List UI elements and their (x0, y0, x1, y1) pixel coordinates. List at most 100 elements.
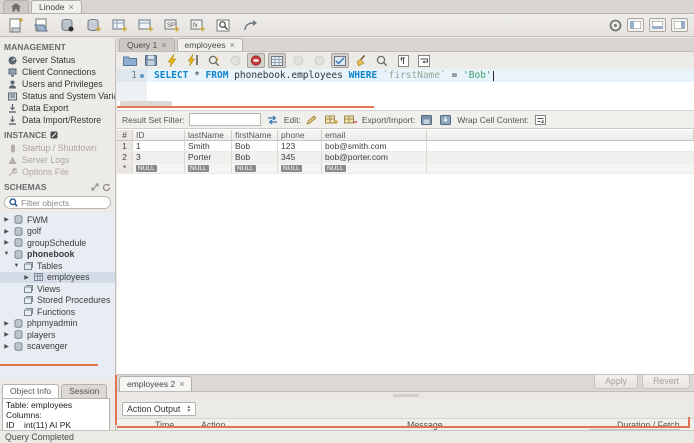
tree-item-functions-folder[interactable]: Functions (0, 306, 115, 318)
instance-actions-icon[interactable] (50, 131, 58, 139)
schema-filter-input[interactable] (21, 197, 103, 208)
wrap-cell-content-icon[interactable] (533, 113, 548, 126)
search-data-button[interactable] (214, 16, 234, 34)
sidebar-item-data-import[interactable]: Data Import/Restore (0, 114, 115, 126)
connection-tab[interactable]: Linode × (31, 0, 82, 13)
column-header-firstname[interactable]: firstName (232, 130, 278, 140)
new-query-tab-button[interactable] (6, 16, 26, 34)
sidebar-item-status-system-variables[interactable]: Status and System Variables (0, 90, 115, 102)
sidebar-item-server-logs[interactable]: Server Logs (0, 154, 115, 166)
output-splitter[interactable] (117, 392, 694, 399)
tree-item-schema[interactable]: ▶ scavenger (0, 341, 115, 353)
tab-query-1[interactable]: Query 1 × (119, 38, 175, 51)
output-column-action[interactable]: Action (201, 420, 225, 430)
sql-statement-line[interactable]: SELECT * FROM phonebook.employees WHERE … (147, 69, 694, 82)
revert-button[interactable]: Revert (642, 374, 690, 389)
table-row[interactable]: 2 3 Porter Bob 345 bob@porter.com (117, 152, 694, 163)
cleanup-sql-button[interactable] (352, 53, 370, 68)
table-row[interactable]: 1 1 Smith Bob 123 bob@smith.com (117, 141, 694, 152)
toggle-left-sidebar-button[interactable] (627, 18, 644, 32)
create-table-button[interactable] (110, 16, 130, 34)
editor-horizontal-scrollbar[interactable] (117, 101, 694, 108)
tree-item-schema[interactable]: ▶ groupSchedule (0, 237, 115, 249)
reconnect-dbms-button[interactable] (240, 16, 260, 34)
delete-row-icon[interactable] (343, 113, 358, 126)
column-header-email[interactable]: email (322, 130, 427, 140)
tree-item-schema[interactable]: ▶ golf (0, 226, 115, 238)
expand-schemas-icon[interactable] (91, 183, 99, 191)
sidebar-item-users-privileges[interactable]: Users and Privileges (0, 78, 115, 90)
toggle-stop-on-error-button[interactable] (247, 53, 265, 68)
table-new-row[interactable]: * NULL NULL NULL NULL NULL (117, 163, 694, 174)
execute-query-button[interactable] (163, 53, 181, 68)
home-tab[interactable] (3, 0, 29, 13)
apply-button[interactable]: Apply (594, 374, 639, 389)
tree-item-schema[interactable]: ▶ phpmyadmin (0, 318, 115, 330)
chevron-right-icon[interactable]: ▶ (3, 320, 10, 327)
chevron-right-icon[interactable]: ▶ (3, 216, 10, 223)
toggle-secondary-sidebar-button[interactable] (671, 18, 688, 32)
tab-employees-2[interactable]: employees 2 × (119, 376, 193, 391)
open-script-button[interactable] (121, 53, 139, 68)
chevron-right-icon[interactable]: ▶ (3, 343, 10, 350)
execute-current-statement-button[interactable] (184, 53, 202, 68)
toggle-word-wrap-button[interactable] (415, 53, 433, 68)
tab-employees[interactable]: employees × (176, 38, 243, 51)
column-header-phone[interactable]: phone (278, 130, 322, 140)
tree-item-stored-procedures-folder[interactable]: Stored Procedures (0, 295, 115, 307)
save-script-button[interactable] (142, 53, 160, 68)
sidebar-item-server-status[interactable]: Server Status (0, 54, 115, 66)
close-icon[interactable]: × (179, 379, 184, 389)
result-filter-input[interactable] (188, 113, 261, 126)
tab-object-info[interactable]: Object Info (2, 384, 60, 398)
splitter-grip[interactable] (392, 394, 419, 397)
chevron-right-icon[interactable]: ▶ (23, 274, 30, 281)
rollback-button[interactable] (310, 53, 328, 68)
tree-item-schema-phonebook[interactable]: ▼ phonebook (0, 249, 115, 261)
close-icon[interactable]: × (161, 40, 166, 50)
create-schema-button[interactable] (84, 16, 104, 34)
chevron-down-icon[interactable]: ▼ (13, 263, 20, 269)
toggle-output-area-button[interactable] (649, 18, 666, 32)
refresh-schemas-icon[interactable] (102, 183, 111, 192)
stop-query-button[interactable] (226, 53, 244, 68)
tree-item-table-employees[interactable]: ▶ employees (0, 271, 115, 283)
tree-item-tables-folder[interactable]: ▼ Tables (0, 260, 115, 272)
explain-query-button[interactable] (205, 53, 223, 68)
sidebar-item-client-connections[interactable]: Client Connections (0, 66, 115, 78)
import-records-icon[interactable] (438, 113, 453, 126)
add-row-icon[interactable] (324, 113, 339, 126)
tab-session[interactable]: Session (61, 384, 108, 398)
inspector-button[interactable] (58, 16, 78, 34)
chevron-right-icon[interactable]: ▶ (3, 228, 10, 235)
tree-item-schema[interactable]: ▶ players (0, 329, 115, 341)
sidebar-item-startup-shutdown[interactable]: Startup / Shutdown (0, 142, 115, 154)
close-icon[interactable]: × (69, 2, 74, 12)
column-header-lastname[interactable]: lastName (185, 130, 232, 140)
find-button[interactable] (373, 53, 391, 68)
tree-item-schema[interactable]: ▶ FWM (0, 214, 115, 226)
output-view-select[interactable]: Action Output ▲ ▼ (122, 401, 197, 416)
export-results-icon[interactable] (419, 113, 434, 126)
column-header-hash[interactable]: # (117, 130, 133, 140)
limit-rows-button[interactable] (268, 53, 286, 68)
tree-item-views-folder[interactable]: Views (0, 283, 115, 295)
commit-button[interactable] (289, 53, 307, 68)
create-function-button[interactable]: fx (188, 16, 208, 34)
open-sql-file-button[interactable] (32, 16, 52, 34)
column-header-id[interactable]: ID (133, 130, 185, 140)
chevron-down-icon[interactable]: ▼ (3, 251, 10, 257)
create-view-button[interactable] (136, 16, 156, 34)
create-procedure-button[interactable]: SP (162, 16, 182, 34)
tree-horizontal-scrollbar[interactable] (0, 364, 98, 366)
sidebar-item-data-export[interactable]: Data Export (0, 102, 115, 114)
output-column-message[interactable]: Message (407, 420, 443, 430)
edit-record-icon[interactable] (305, 113, 320, 126)
toggle-autocommit-button[interactable] (331, 53, 349, 68)
toggle-invisible-characters-button[interactable] (394, 53, 412, 68)
chevron-right-icon[interactable]: ▶ (3, 331, 10, 338)
output-column-time[interactable]: Time (155, 420, 174, 430)
refresh-icon[interactable] (265, 113, 280, 126)
close-icon[interactable]: × (230, 40, 235, 50)
chevron-right-icon[interactable]: ▶ (3, 239, 10, 246)
